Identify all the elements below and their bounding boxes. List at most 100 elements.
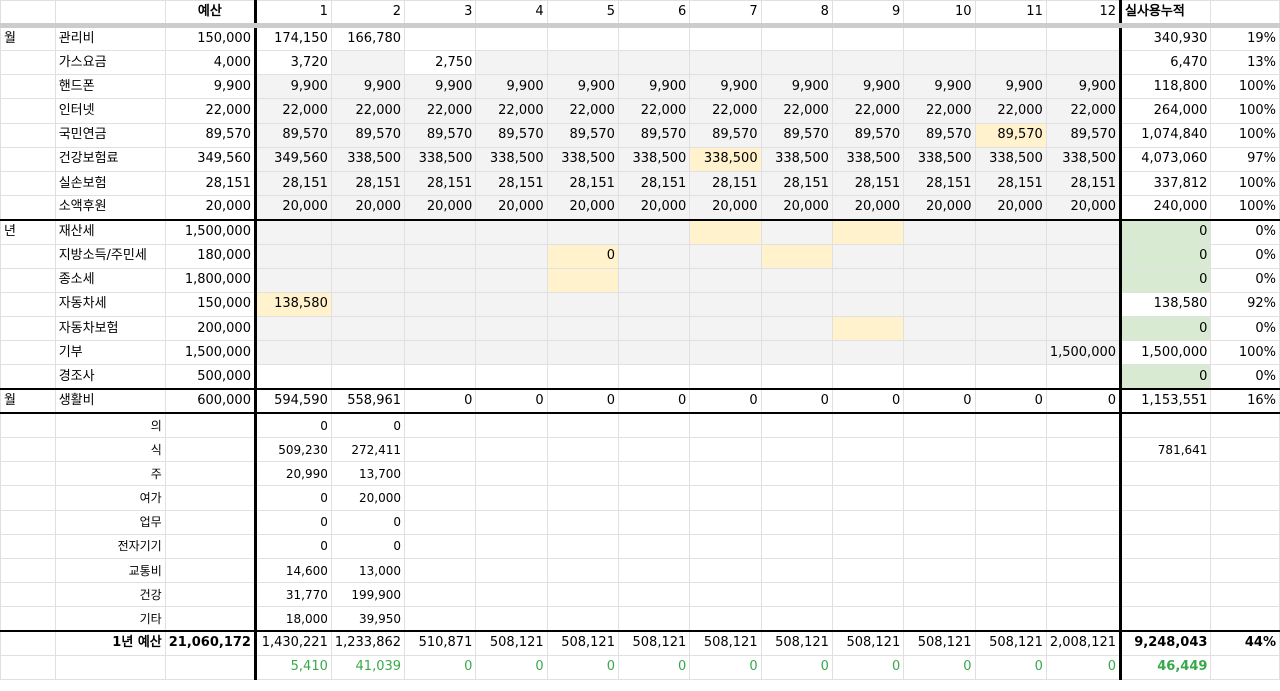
month-cell[interactable] — [475, 582, 548, 608]
month-cell[interactable] — [1045, 436, 1123, 463]
month-cell[interactable]: 594,590 — [253, 388, 332, 415]
month-cell[interactable] — [831, 461, 905, 487]
percent-cell[interactable] — [1210, 533, 1280, 559]
month-cell[interactable]: 0 — [546, 243, 619, 269]
month-cell[interactable]: 349,560 — [253, 146, 332, 172]
month-cell[interactable] — [903, 291, 976, 318]
section-label[interactable]: 년 — [0, 218, 56, 245]
month-cell[interactable]: 28,151 — [974, 170, 1047, 197]
month-header-3[interactable]: 3 — [404, 0, 477, 28]
difference-month-cell[interactable]: 5,410 — [253, 654, 332, 680]
month-cell[interactable] — [903, 557, 976, 584]
month-cell[interactable] — [330, 267, 406, 293]
percent-cell[interactable] — [1210, 436, 1280, 463]
month-cell[interactable] — [831, 364, 905, 390]
percent-cell[interactable]: 19% — [1210, 25, 1280, 51]
section-label[interactable] — [0, 291, 56, 318]
month-cell[interactable] — [1045, 412, 1123, 439]
difference-month-cell[interactable]: 0 — [760, 654, 833, 680]
month-cell[interactable]: 20,000 — [831, 195, 905, 221]
cumulative-cell[interactable]: 1,153,551 — [1120, 388, 1212, 415]
blank-cell[interactable] — [0, 509, 56, 535]
month-header-8[interactable]: 8 — [760, 0, 833, 28]
difference-month-cell[interactable]: 0 — [1045, 654, 1123, 680]
month-cell[interactable] — [1045, 461, 1123, 487]
total-label[interactable]: 1년 예산 — [54, 629, 166, 656]
item-name[interactable]: 기부 — [54, 340, 166, 366]
month-cell[interactable] — [475, 606, 548, 632]
month-cell[interactable]: 89,570 — [831, 122, 905, 148]
percent-cell[interactable]: 97% — [1210, 146, 1280, 172]
sub-category-name[interactable]: 주 — [54, 461, 166, 487]
difference-month-cell[interactable]: 0 — [974, 654, 1047, 680]
month-cell[interactable] — [760, 533, 833, 559]
month-cell[interactable] — [760, 25, 833, 51]
item-name[interactable]: 생활비 — [54, 388, 166, 415]
month-cell[interactable] — [974, 25, 1047, 51]
section-label[interactable] — [0, 98, 56, 124]
month-cell[interactable] — [475, 267, 548, 293]
month-cell[interactable] — [617, 485, 691, 511]
item-name[interactable]: 국민연금 — [54, 122, 166, 148]
total-budget[interactable]: 21,060,172 — [164, 629, 256, 656]
month-cell[interactable] — [903, 340, 976, 366]
month-cell[interactable]: 9,900 — [546, 74, 619, 100]
month-cell[interactable] — [546, 533, 619, 559]
month-cell[interactable] — [903, 606, 976, 632]
month-cell[interactable]: 338,500 — [617, 146, 691, 172]
blank-cell[interactable] — [164, 654, 256, 680]
month-cell[interactable] — [974, 243, 1047, 269]
month-cell[interactable]: 22,000 — [330, 98, 406, 124]
month-cell[interactable] — [903, 316, 976, 342]
month-cell[interactable] — [404, 485, 477, 511]
blank-cell[interactable] — [164, 582, 256, 608]
month-cell[interactable]: 0 — [253, 485, 332, 511]
month-cell[interactable]: 9,900 — [689, 74, 762, 100]
month-cell[interactable] — [689, 436, 762, 463]
month-cell[interactable] — [689, 461, 762, 487]
cumulative-cell[interactable] — [1120, 461, 1212, 487]
month-cell[interactable] — [903, 364, 976, 390]
item-name[interactable]: 인터넷 — [54, 98, 166, 124]
month-cell[interactable]: 22,000 — [546, 98, 619, 124]
month-cell[interactable]: 9,900 — [475, 74, 548, 100]
month-cell[interactable] — [760, 49, 833, 76]
percent-cell[interactable]: 13% — [1210, 49, 1280, 76]
month-cell[interactable] — [831, 509, 905, 535]
total-month-cell[interactable]: 508,121 — [546, 629, 619, 656]
percent-cell[interactable]: 100% — [1210, 340, 1280, 366]
month-cell[interactable]: 338,500 — [903, 146, 976, 172]
cumulative-cell[interactable] — [1120, 533, 1212, 559]
difference-month-cell[interactable]: 0 — [689, 654, 762, 680]
month-cell[interactable] — [330, 243, 406, 269]
month-header-6[interactable]: 6 — [617, 0, 691, 28]
month-cell[interactable] — [404, 218, 477, 245]
month-cell[interactable]: 28,151 — [689, 170, 762, 197]
month-cell[interactable]: 22,000 — [404, 98, 477, 124]
month-cell[interactable] — [974, 582, 1047, 608]
month-cell[interactable] — [546, 291, 619, 318]
month-cell[interactable] — [831, 243, 905, 269]
month-cell[interactable] — [689, 218, 762, 245]
month-cell[interactable] — [475, 218, 548, 245]
month-cell[interactable]: 22,000 — [253, 98, 332, 124]
month-cell[interactable] — [760, 582, 833, 608]
item-name[interactable]: 재산세 — [54, 218, 166, 245]
month-cell[interactable]: 22,000 — [689, 98, 762, 124]
month-cell[interactable] — [689, 364, 762, 390]
month-cell[interactable] — [831, 582, 905, 608]
month-cell[interactable]: 9,900 — [974, 74, 1047, 100]
month-cell[interactable] — [903, 509, 976, 535]
month-cell[interactable] — [475, 25, 548, 51]
month-cell[interactable] — [546, 340, 619, 366]
item-name[interactable]: 자동차보험 — [54, 316, 166, 342]
percent-cell[interactable]: 0% — [1210, 316, 1280, 342]
month-cell[interactable] — [330, 49, 406, 76]
month-cell[interactable] — [903, 218, 976, 245]
month-cell[interactable] — [760, 291, 833, 318]
month-cell[interactable] — [1045, 218, 1123, 245]
month-cell[interactable] — [617, 557, 691, 584]
month-cell[interactable] — [974, 533, 1047, 559]
item-budget[interactable]: 500,000 — [164, 364, 256, 390]
item-name[interactable]: 관리비 — [54, 25, 166, 51]
